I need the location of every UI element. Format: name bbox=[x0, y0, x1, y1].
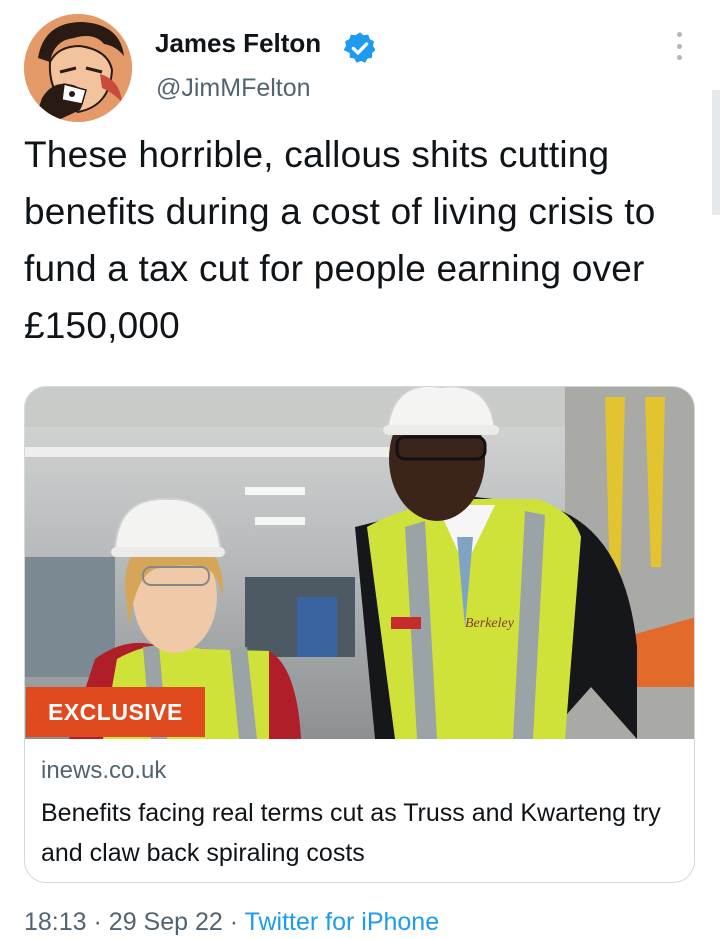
tweet-date[interactable]: 29 Sep 22 bbox=[109, 908, 223, 936]
meta-separator: · bbox=[93, 908, 102, 936]
tweet-meta: 18:13 · 29 Sep 22 · Twitter for iPhone bbox=[24, 908, 439, 937]
verified-badge-icon bbox=[342, 30, 378, 66]
author-name[interactable]: James Felton bbox=[155, 28, 321, 59]
exclusive-badge: EXCLUSIVE bbox=[26, 687, 205, 737]
scrollbar[interactable] bbox=[712, 90, 720, 215]
more-dot bbox=[676, 43, 682, 49]
meta-separator: · bbox=[229, 908, 239, 936]
author-avatar[interactable] bbox=[24, 14, 132, 122]
more-dot bbox=[676, 32, 682, 37]
tweet-text: These horrible, callous shits cutting be… bbox=[24, 134, 656, 346]
avatar-illustration bbox=[24, 14, 132, 122]
tweet-source-link[interactable]: Twitter for iPhone bbox=[245, 908, 440, 936]
tweet-time[interactable]: 18:13 bbox=[24, 908, 87, 936]
card-domain: inews.co.uk bbox=[41, 757, 167, 784]
vest-brand-text: Berkeley bbox=[465, 616, 515, 631]
link-preview-card[interactable]: Berkeley EXCLUSIVE inews.co.uk Benefits … bbox=[24, 386, 695, 883]
more-dot bbox=[676, 55, 682, 60]
card-title: Benefits facing real terms cut as Truss … bbox=[41, 799, 661, 867]
author-handle[interactable]: @JimMFelton bbox=[156, 74, 311, 103]
more-vertical-icon[interactable] bbox=[664, 28, 694, 64]
